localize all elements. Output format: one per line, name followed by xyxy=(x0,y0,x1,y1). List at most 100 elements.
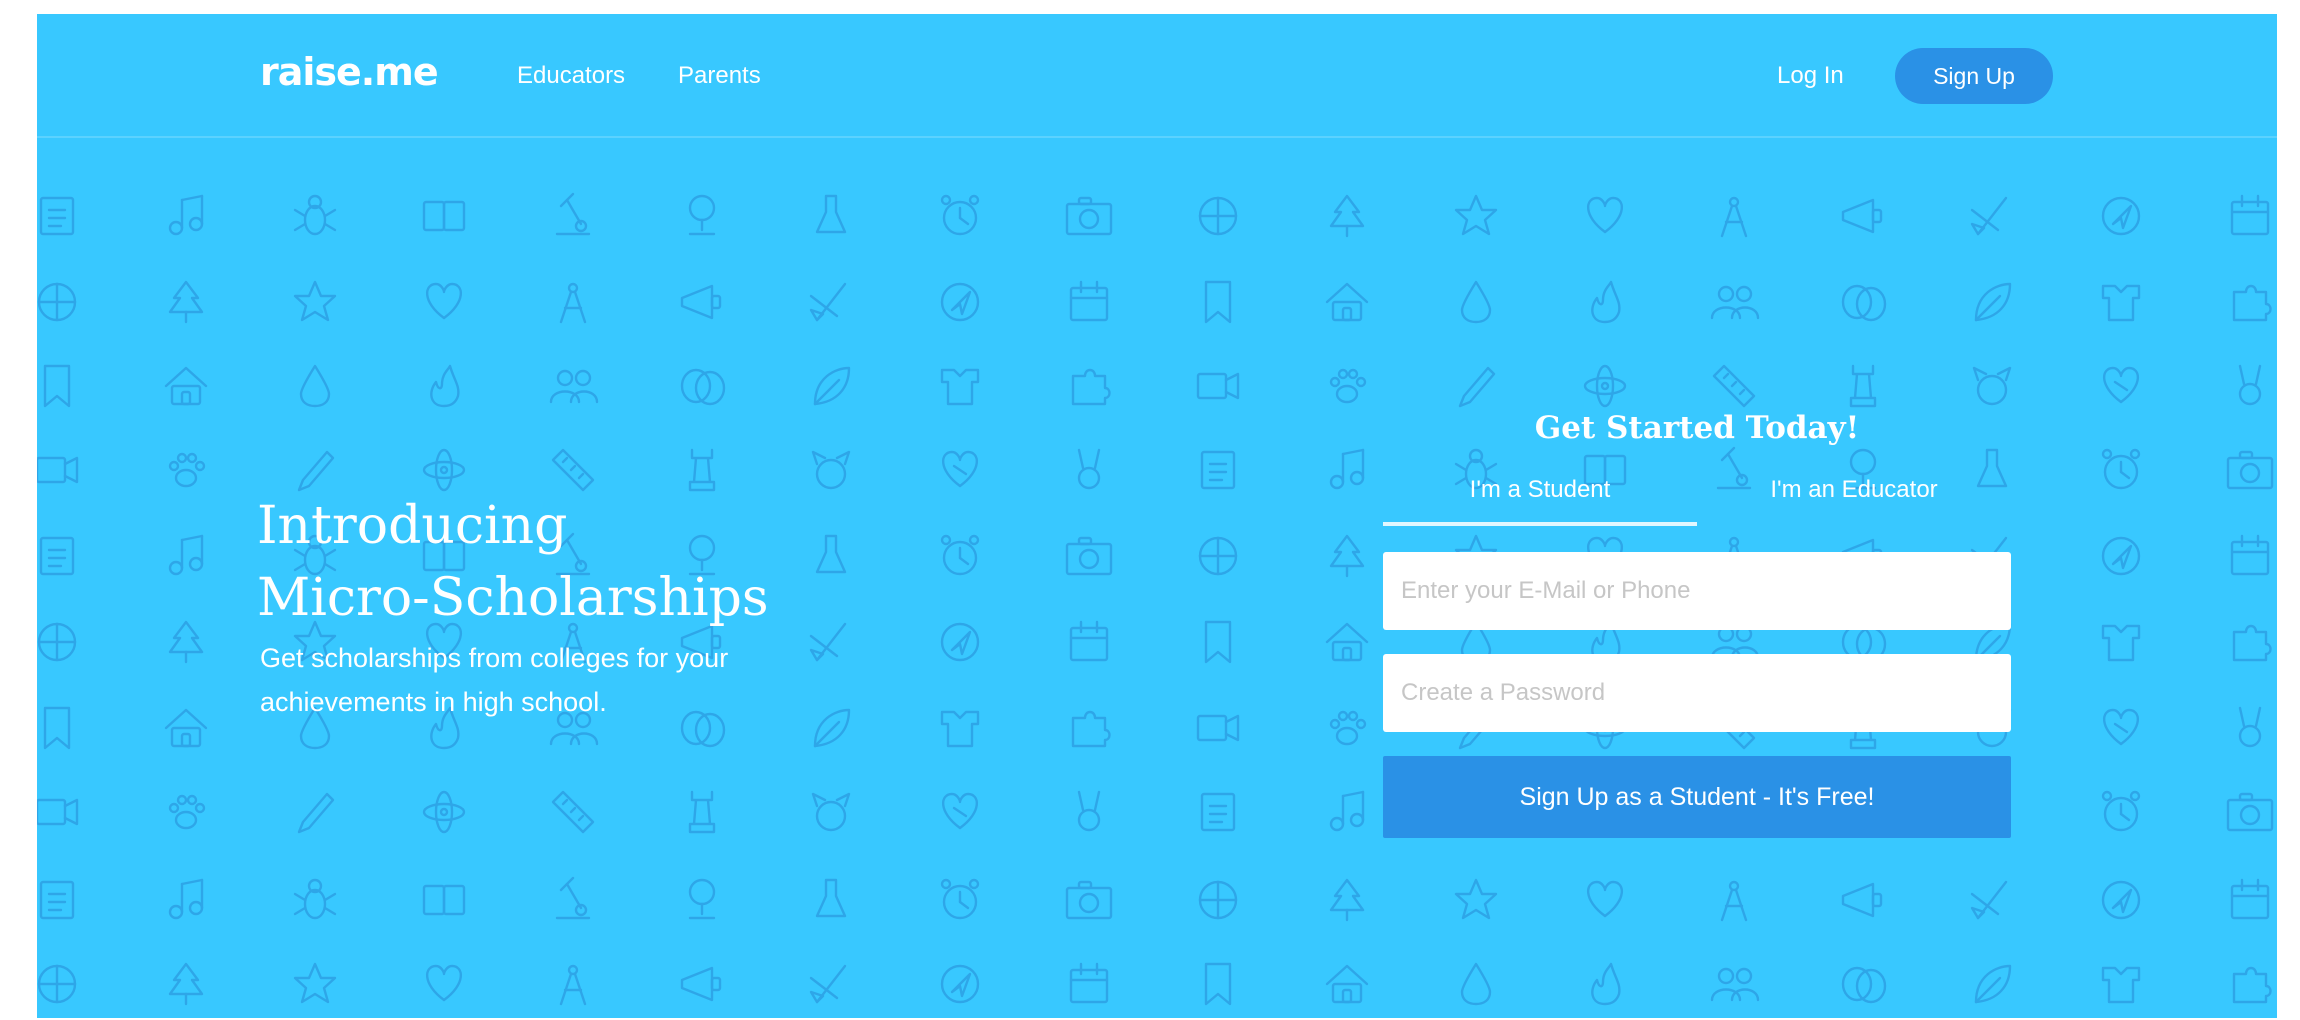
leaf-icon xyxy=(1974,282,2012,322)
compass-icon xyxy=(1720,196,1748,238)
video-camera-icon xyxy=(37,456,79,484)
bug-icon xyxy=(293,878,337,920)
pencil-icon xyxy=(297,792,335,834)
tree-icon xyxy=(1329,534,1365,578)
flask-icon xyxy=(815,194,847,234)
navigation-icon xyxy=(940,282,980,322)
ruler-icon xyxy=(551,790,595,834)
theater-masks-icon xyxy=(1841,966,1887,1004)
notepad-icon xyxy=(1200,450,1236,490)
drop-icon xyxy=(1460,280,1492,324)
video-camera-icon xyxy=(1196,372,1240,400)
jersey-icon xyxy=(940,710,980,748)
notepad-icon xyxy=(39,880,75,920)
puzzle-icon xyxy=(1071,368,1111,406)
signup-button[interactable]: Sign Up xyxy=(1895,48,2053,104)
star-icon xyxy=(1454,878,1498,920)
navigation-icon xyxy=(940,622,980,662)
star-icon xyxy=(293,962,337,1004)
basketball-icon xyxy=(37,622,77,662)
leaf-icon xyxy=(813,708,851,748)
tab-student[interactable]: I'm a Student xyxy=(1383,476,1697,526)
heart-badge-icon xyxy=(942,450,978,488)
book-icon xyxy=(422,884,466,916)
music-note-icon xyxy=(168,194,204,236)
music-note-icon xyxy=(1329,790,1365,832)
drop-icon xyxy=(1460,962,1492,1006)
dog-face-icon xyxy=(811,792,851,832)
paintbrush-icon xyxy=(1970,880,2008,920)
drop-icon xyxy=(299,364,331,408)
house-icon xyxy=(1325,964,1369,1004)
password-input[interactable] xyxy=(1383,654,2011,732)
camera-icon xyxy=(1065,536,1113,576)
people-icon xyxy=(1710,967,1760,1002)
camera-icon xyxy=(2226,450,2274,490)
heart-icon xyxy=(426,282,462,320)
camera-icon xyxy=(1065,196,1113,236)
house-icon xyxy=(164,708,208,748)
music-note-icon xyxy=(1329,448,1365,490)
bookmark-icon xyxy=(1204,280,1232,324)
bug-icon xyxy=(293,194,337,236)
jersey-icon xyxy=(940,368,980,406)
navigation-icon xyxy=(2101,880,2141,920)
megaphone-icon xyxy=(680,966,722,1002)
bookmark-icon xyxy=(1204,620,1232,664)
alarm-clock-icon xyxy=(2101,448,2141,490)
hero-title-line1: Introducing xyxy=(257,496,568,556)
leaf-icon xyxy=(813,366,851,406)
theater-masks-icon xyxy=(1841,284,1887,322)
compass-icon xyxy=(559,282,587,324)
jersey-icon xyxy=(2101,624,2141,662)
signup-form-title: Get Started Today! xyxy=(1534,410,1860,446)
megaphone-icon xyxy=(1841,198,1883,234)
camera-icon xyxy=(1065,880,1113,920)
alarm-clock-icon xyxy=(2101,790,2141,832)
student-signup-submit-button[interactable]: Sign Up as a Student - It's Free! xyxy=(1383,756,2011,838)
heart-icon xyxy=(426,964,462,1002)
puzzle-icon xyxy=(2232,966,2272,1004)
tab-educator[interactable]: I'm an Educator xyxy=(1697,476,2011,504)
hero-title-line2: Micro-Scholarships xyxy=(257,568,769,628)
hero-subtitle: Get scholarships from colleges for your … xyxy=(260,643,729,717)
people-icon xyxy=(1710,285,1760,320)
paw-icon xyxy=(168,794,206,830)
puzzle-icon xyxy=(1071,710,1111,748)
calendar-icon xyxy=(2230,878,2270,920)
navigation-icon xyxy=(2101,196,2141,236)
trophy-icon xyxy=(688,878,716,920)
leaf-icon xyxy=(1974,964,2012,1004)
atom-icon xyxy=(1583,364,1627,408)
email-or-phone-input[interactable] xyxy=(1383,552,2011,630)
alarm-clock-icon xyxy=(940,534,980,576)
chess-rook-icon xyxy=(688,790,716,834)
login-link[interactable]: Log In xyxy=(1777,62,1844,90)
nav-link-parents[interactable]: Parents xyxy=(678,62,761,90)
tree-icon xyxy=(1329,194,1365,238)
theater-masks-icon xyxy=(680,368,726,406)
medal-icon xyxy=(2238,706,2262,748)
raise-me-logo[interactable]: raise.me xyxy=(260,50,439,94)
navigation-icon xyxy=(940,964,980,1004)
heart-icon xyxy=(1587,880,1623,918)
dog-face-icon xyxy=(811,450,851,490)
basketball-icon xyxy=(1198,536,1238,576)
people-icon xyxy=(549,369,599,404)
house-icon xyxy=(1325,282,1369,322)
atom-icon xyxy=(422,448,466,492)
tree-icon xyxy=(168,280,204,324)
house-icon xyxy=(1325,622,1369,662)
microscope-icon xyxy=(555,876,591,920)
bookmark-icon xyxy=(1204,962,1232,1006)
music-note-icon xyxy=(168,878,204,920)
nav-link-educators[interactable]: Educators xyxy=(517,62,625,90)
tree-icon xyxy=(168,620,204,664)
video-camera-icon xyxy=(37,798,79,826)
camera-icon xyxy=(2226,792,2274,832)
trophy-icon xyxy=(688,194,716,236)
ruler-icon xyxy=(551,448,595,492)
flame-icon xyxy=(1591,962,1621,1006)
compass-icon xyxy=(1720,880,1748,922)
house-icon xyxy=(164,366,208,406)
